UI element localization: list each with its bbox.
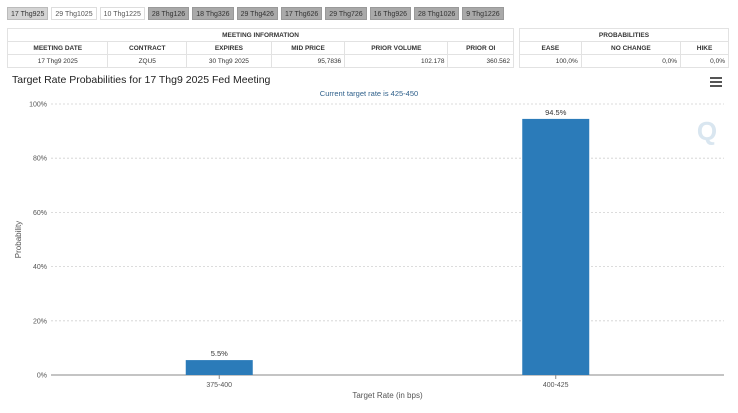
x-axis-title: Target Rate (in bps) xyxy=(352,391,423,400)
probability-bar-chart: Q 0% 20% 40% 60% 80% 100% 5.5% 375-400 94.5% 400-4… xyxy=(14,102,724,400)
x-tick-label: 400-425 xyxy=(543,382,569,389)
y-tick-label: 80% xyxy=(33,156,47,163)
data-label: 5.5% xyxy=(211,349,228,358)
q-logo-icon: Q xyxy=(697,116,717,146)
data-label: 94.5% xyxy=(545,108,567,117)
y-tick-label: 40% xyxy=(33,264,47,271)
y-tick-label: 100% xyxy=(29,102,47,109)
y-tick-label: 20% xyxy=(33,318,47,325)
y-axis-title: Probability xyxy=(14,221,23,258)
y-tick-label: 60% xyxy=(33,210,47,217)
x-tick-label: 375-400 xyxy=(206,382,232,389)
bar-375-400 xyxy=(185,360,253,375)
bar-400-425 xyxy=(522,118,590,375)
y-tick-label: 0% xyxy=(37,373,47,380)
